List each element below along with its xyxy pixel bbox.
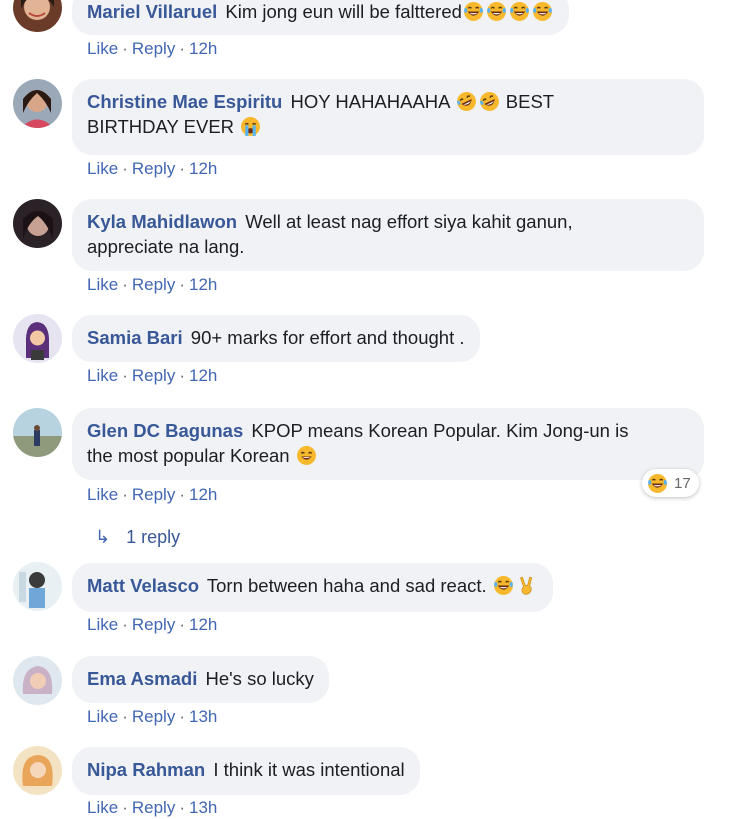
reply-link[interactable]: Reply [132,39,175,58]
smiling-emoji-icon [296,445,317,466]
comment-text: KPOP means Korean Popular. Kim Jong-un i… [251,420,629,441]
rolling-laughing-emoji-icon [456,91,477,112]
avatar[interactable] [13,199,62,248]
comment-actions: Like · Reply · 13h [87,707,218,726]
comment-text: Well at least nag effort siya kahit ganu… [245,211,573,232]
comment-bubble: Mariel Villaruel Kim jong eun will be fa… [72,0,569,35]
comment-author[interactable]: Samia Bari [87,327,183,348]
comment-bubble: Ema Asmadi He's so lucky [72,656,329,703]
tears-of-joy-emoji-icon [509,1,530,22]
like-link[interactable]: Like [87,159,118,178]
comment-bubble: Nipa Rahman I think it was intentional [72,747,420,795]
comment-actions: Like · Reply · 12h [87,275,218,294]
comment-author[interactable]: Christine Mae Espiritu [87,91,282,112]
comment-timestamp[interactable]: 13h [189,798,217,817]
avatar[interactable] [13,314,62,363]
comment-text: Kim jong eun will be falttered [225,1,462,22]
comment-author[interactable]: Kyla Mahidlawon [87,211,237,232]
like-link[interactable]: Like [87,366,118,385]
comment-actions: Like · Reply · 12h [87,39,218,58]
crying-emoji-icon [240,116,261,137]
comment-text: HOY HAHAHAAHA [290,91,450,112]
replies-count-label: 1 reply [126,527,181,547]
tears-of-joy-emoji-icon [647,473,668,494]
comment-bubble: Samia Bari 90+ marks for effort and thou… [72,315,480,362]
comment-actions: Like · Reply · 12h [87,159,218,178]
tears-of-joy-emoji-icon [532,1,553,22]
like-link[interactable]: Like [87,707,118,726]
comment-actions: Like · Reply · 12h [87,615,218,634]
victory-hand-emoji-icon [516,575,537,596]
comment-author[interactable]: Glen DC Bagunas [87,420,243,441]
comment-timestamp[interactable]: 12h [189,485,217,504]
reply-link[interactable]: Reply [132,159,175,178]
like-link[interactable]: Like [87,275,118,294]
tears-of-joy-emoji-icon [463,1,484,22]
avatar[interactable] [13,0,62,32]
avatar[interactable] [13,408,62,457]
comment-bubble: Matt Velasco Torn between haha and sad r… [72,563,553,612]
comment-author[interactable]: Nipa Rahman [87,759,205,780]
avatar[interactable] [13,656,62,705]
comment-actions: Like · Reply · 13h [87,798,218,817]
reply-arrow-icon: ↳ [95,527,111,547]
like-link[interactable]: Like [87,798,118,817]
comment-timestamp[interactable]: 12h [189,615,217,634]
comment-bubble: Glen DC Bagunas KPOP means Korean Popula… [72,408,704,480]
comment-timestamp[interactable]: 12h [189,159,217,178]
reply-link[interactable]: Reply [132,707,175,726]
comment-timestamp[interactable]: 12h [189,39,217,58]
avatar[interactable] [13,79,62,128]
comment-actions: Like · Reply · 12h [87,485,218,504]
comment-actions: Like · Reply · 12h [87,366,218,385]
tears-of-joy-emoji-icon [486,1,507,22]
reaction-count-pill[interactable]: 17 [642,469,699,497]
comment-timestamp[interactable]: 12h [189,366,217,385]
rolling-laughing-emoji-icon [479,91,500,112]
like-link[interactable]: Like [87,615,118,634]
comment-text: I think it was intentional [213,759,405,780]
like-link[interactable]: Like [87,39,118,58]
avatar[interactable] [13,562,62,611]
comment-text: 90+ marks for effort and thought . [190,327,465,348]
comment-timestamp[interactable]: 13h [189,707,217,726]
reply-link[interactable]: Reply [132,615,175,634]
comment-bubble: Kyla Mahidlawon Well at least nag effort… [72,199,704,271]
reply-link[interactable]: Reply [132,798,175,817]
tears-of-joy-emoji-icon [493,575,514,596]
comment-text: Torn between haha and sad react. [206,575,487,596]
view-replies-link[interactable]: ↳ 1 reply [95,527,180,548]
comment-author[interactable]: Mariel Villaruel [87,1,217,22]
reply-link[interactable]: Reply [132,366,175,385]
comment-author[interactable]: Ema Asmadi [87,668,197,689]
reaction-count: 17 [674,474,691,492]
reply-link[interactable]: Reply [132,485,175,504]
comment-author[interactable]: Matt Velasco [87,575,199,596]
comment-bubble: Christine Mae Espiritu HOY HAHAHAAHA BES… [72,79,704,155]
reply-link[interactable]: Reply [132,275,175,294]
like-link[interactable]: Like [87,485,118,504]
avatar[interactable] [13,746,62,795]
comment-text: He's so lucky [205,668,314,689]
comment-timestamp[interactable]: 12h [189,275,217,294]
